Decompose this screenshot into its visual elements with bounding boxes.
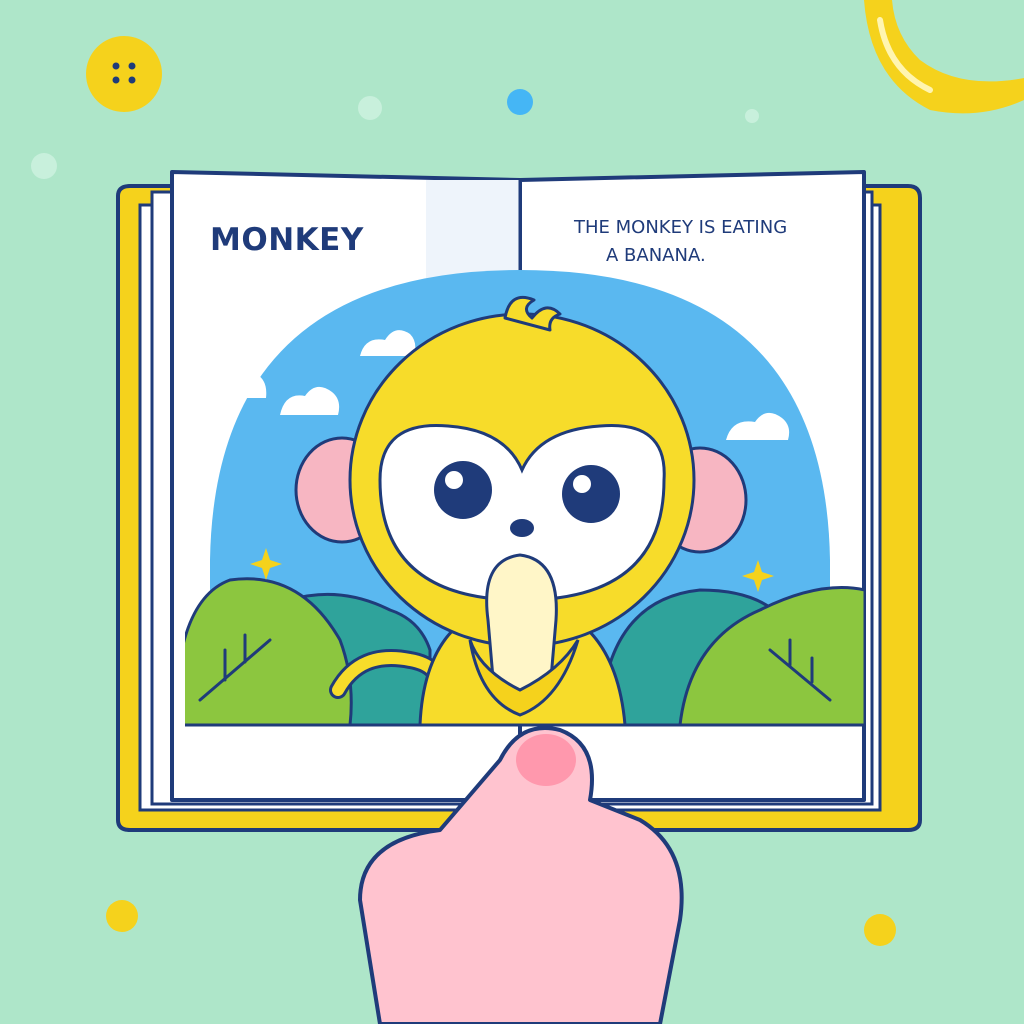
page-caption: THE MONKEY IS EATING A BANANA. [574, 214, 834, 270]
banana-icon [864, 0, 1024, 114]
decor-dot [106, 900, 138, 932]
monkey-nose [510, 519, 534, 537]
thumbnail [516, 734, 576, 786]
caption-line-1: THE MONKEY IS EATING [574, 217, 788, 238]
caption-line-2: A BANANA. [606, 245, 706, 266]
decor-dot [745, 109, 759, 123]
decor-dot [358, 96, 382, 120]
decor-dot [31, 153, 57, 179]
button-icon [86, 36, 162, 112]
decor-dot [507, 89, 533, 115]
illustration-scene [31, 0, 1024, 1024]
decor-dot [864, 914, 896, 946]
page-title: MONKEY [210, 222, 364, 258]
